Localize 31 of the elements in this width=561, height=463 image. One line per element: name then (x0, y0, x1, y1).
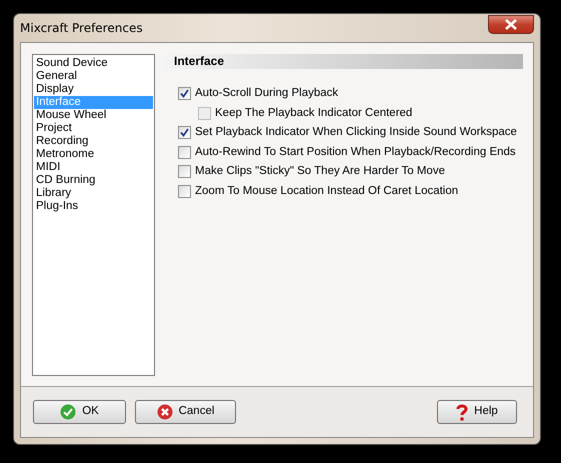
category-item[interactable]: Mouse Wheel (34, 109, 153, 122)
category-item[interactable]: Display (34, 83, 153, 96)
checkbox[interactable] (178, 87, 191, 100)
check-icon (60, 404, 76, 420)
checkbox[interactable] (178, 126, 191, 140)
checkbox[interactable] (178, 184, 191, 198)
category-item[interactable]: Project (34, 122, 153, 135)
category-item[interactable]: General (34, 70, 153, 83)
option-label: Set Playback Indicator When Clicking Inside Sound Workspace (195, 125, 517, 140)
option-label: Zoom To Mouse Location Instead Of Caret Location (195, 184, 458, 199)
option-label: Keep The Playback Indicator Centered (215, 106, 412, 121)
category-item[interactable]: Sound Device (34, 57, 153, 70)
option-label: Make Clips "Sticky" So They Are Harder To Move (195, 164, 445, 180)
category-item[interactable]: Metronome (34, 148, 153, 161)
checkbox[interactable] (178, 165, 191, 178)
close-button[interactable] (488, 14, 534, 34)
cancel-icon (156, 404, 173, 420)
category-item[interactable]: Recording (34, 135, 153, 148)
ok-button[interactable]: OK (33, 400, 126, 424)
category-item[interactable]: Library (34, 187, 153, 200)
help-button[interactable]: Help (437, 400, 517, 424)
checkbox[interactable] (178, 146, 191, 159)
window-title: Mixcraft Preferences (20, 20, 143, 37)
close-icon (504, 18, 518, 30)
help-icon (456, 404, 468, 420)
cancel-button[interactable]: Cancel (135, 400, 236, 424)
category-item[interactable]: MIDI (34, 161, 153, 174)
category-item[interactable]: Plug-Ins (34, 200, 153, 213)
option-label: Auto-Scroll During Playback (195, 86, 338, 102)
category-item[interactable]: CD Burning (34, 174, 153, 187)
option-label: Auto-Rewind To Start Position When Playback/Recording Ends (195, 144, 516, 160)
